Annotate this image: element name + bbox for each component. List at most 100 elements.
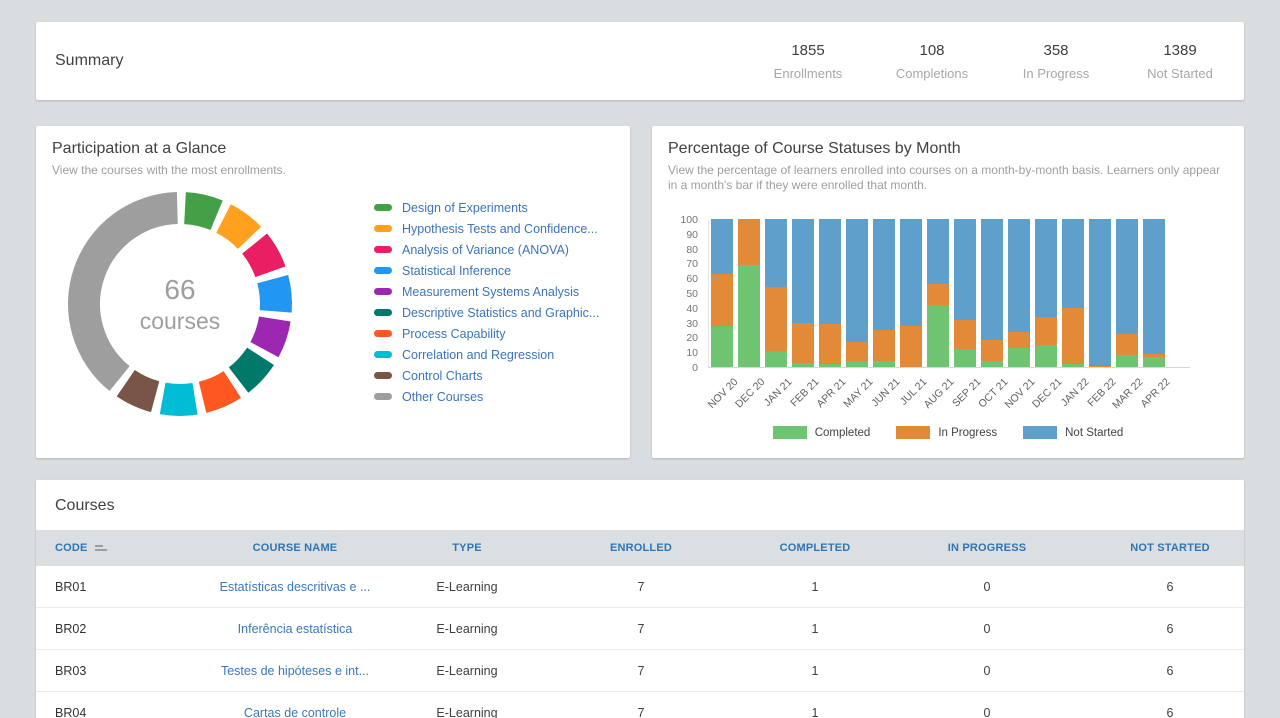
stacked-bar[interactable] xyxy=(873,219,895,367)
stacked-bar[interactable] xyxy=(954,219,976,367)
bar-segment xyxy=(1062,308,1084,364)
donut-legend-item[interactable]: Hypothesis Tests and Confidence... xyxy=(374,218,599,239)
course-name-link[interactable]: Testes de hipóteses e int... xyxy=(186,664,404,678)
donut-slice-4[interactable] xyxy=(264,319,274,350)
cell-code: BR01 xyxy=(36,580,186,594)
stacked-bar[interactable] xyxy=(927,219,949,367)
course-name-link[interactable]: Estatísticas descritivas e ... xyxy=(186,580,404,594)
course-name-link[interactable]: Inferência estatística xyxy=(186,622,404,636)
donut-legend-item[interactable]: Design of Experiments xyxy=(374,197,599,218)
sort-icon[interactable] xyxy=(95,545,107,551)
legend-label: Control Charts xyxy=(402,369,483,383)
bar-segment xyxy=(1116,334,1138,355)
y-axis-label: 80 xyxy=(660,244,698,256)
donut-slice-1[interactable] xyxy=(224,218,250,237)
donut-slice-0[interactable] xyxy=(185,208,217,215)
cell-enrolled: 7 xyxy=(530,580,752,594)
donut-legend-item[interactable]: Correlation and Regression xyxy=(374,344,599,365)
legend-swatch-icon xyxy=(374,372,392,379)
bar-segment xyxy=(927,306,949,367)
bar-segment xyxy=(900,219,922,326)
table-row[interactable]: BR01Estatísticas descritivas e ...E-Lear… xyxy=(36,566,1244,608)
stacked-bar[interactable] xyxy=(1089,219,1111,367)
cell-not-started: 6 xyxy=(1096,706,1244,718)
donut-legend-item[interactable]: Other Courses xyxy=(374,386,599,407)
cell-completed: 1 xyxy=(752,664,878,678)
bar-segment xyxy=(873,219,895,330)
summary-stat: 1389Not Started xyxy=(1118,42,1242,81)
bar-segment xyxy=(792,363,814,367)
courses-card: Courses CODECOURSE NAMETYPEENROLLEDCOMPL… xyxy=(36,480,1244,718)
stacked-bar[interactable] xyxy=(738,219,760,367)
stacked-bar[interactable] xyxy=(1116,219,1138,367)
stacked-bar[interactable] xyxy=(1062,219,1084,367)
legend-label: Analysis of Variance (ANOVA) xyxy=(402,243,569,257)
donut-slice-8[interactable] xyxy=(126,383,155,397)
stacked-bar[interactable] xyxy=(846,219,868,367)
stacked-bar[interactable] xyxy=(900,219,922,367)
table-row[interactable]: BR03Testes de hipóteses e int...E-Learni… xyxy=(36,650,1244,692)
stacked-bar[interactable] xyxy=(981,219,1003,367)
bar-legend-item[interactable]: Not Started xyxy=(1023,426,1123,439)
bar-legend-item[interactable]: In Progress xyxy=(896,426,997,439)
stacked-bar[interactable] xyxy=(792,219,814,367)
table-row[interactable]: BR02Inferência estatísticaE-Learning7106 xyxy=(36,608,1244,650)
stat-value: 358 xyxy=(994,42,1118,59)
stat-value: 1389 xyxy=(1118,42,1242,59)
stat-label: Completions xyxy=(870,66,994,81)
donut-legend: Design of ExperimentsHypothesis Tests an… xyxy=(374,197,599,407)
legend-label: Process Capability xyxy=(402,327,506,341)
donut-slice-2[interactable] xyxy=(255,244,271,272)
bar-segment xyxy=(846,342,868,361)
bar-segment xyxy=(1143,219,1165,354)
header-label: TYPE xyxy=(452,542,482,554)
stacked-bar[interactable] xyxy=(711,219,733,367)
table-header-course-name[interactable]: COURSE NAME xyxy=(186,542,404,554)
donut-legend-item[interactable]: Descriptive Statistics and Graphic... xyxy=(374,302,599,323)
table-header-completed[interactable]: COMPLETED xyxy=(752,542,878,554)
stacked-bar[interactable] xyxy=(819,219,841,367)
table-header-in-progress[interactable]: IN PROGRESS xyxy=(878,542,1096,554)
cell-type: E-Learning xyxy=(404,706,530,718)
course-name-link[interactable]: Cartas de controle xyxy=(186,706,404,718)
bar-segment xyxy=(819,219,841,324)
bar-segment xyxy=(792,323,814,363)
donut-slice-5[interactable] xyxy=(239,356,261,380)
table-row[interactable]: BR04Cartas de controleE-Learning7106 xyxy=(36,692,1244,718)
cell-not-started: 6 xyxy=(1096,664,1244,678)
donut-legend-item[interactable]: Statistical Inference xyxy=(374,260,599,281)
stacked-bar[interactable] xyxy=(1035,219,1057,367)
stacked-bar[interactable] xyxy=(765,219,787,367)
stacked-bar[interactable] xyxy=(1008,219,1030,367)
donut-slice-6[interactable] xyxy=(203,385,233,398)
table-header-not-started[interactable]: NOT STARTED xyxy=(1096,542,1244,554)
donut-legend-item[interactable]: Control Charts xyxy=(374,365,599,386)
table-header-type[interactable]: TYPE xyxy=(404,542,530,554)
stacked-bar[interactable] xyxy=(1143,219,1165,367)
donut-legend-item[interactable]: Measurement Systems Analysis xyxy=(374,281,599,302)
donut-legend-item[interactable]: Analysis of Variance (ANOVA) xyxy=(374,239,599,260)
bar-legend-item[interactable]: Completed xyxy=(773,426,871,439)
cell-enrolled: 7 xyxy=(530,622,752,636)
bar-segment xyxy=(927,284,949,306)
cell-not-started: 6 xyxy=(1096,622,1244,636)
bar-segment xyxy=(1008,219,1030,331)
donut-slice-7[interactable] xyxy=(163,398,195,400)
donut-slice-3[interactable] xyxy=(273,279,276,311)
stat-label: In Progress xyxy=(994,66,1118,81)
legend-label: Descriptive Statistics and Graphic... xyxy=(402,306,599,320)
donut-legend-item[interactable]: Process Capability xyxy=(374,323,599,344)
bar-y-axis: 1009080706050403020100 xyxy=(660,126,698,458)
bar-segment xyxy=(1035,345,1057,367)
table-header-code[interactable]: CODE xyxy=(36,542,186,554)
legend-swatch-icon xyxy=(374,330,392,337)
table-header-enrolled[interactable]: ENROLLED xyxy=(530,542,752,554)
bar-segment xyxy=(1089,219,1111,366)
donut-slice-9[interactable] xyxy=(84,208,177,379)
bar-segment xyxy=(765,287,787,351)
legend-swatch-icon xyxy=(896,426,930,439)
header-label: COURSE NAME xyxy=(253,542,338,554)
legend-label: Statistical Inference xyxy=(402,264,511,278)
bar-segment xyxy=(711,219,733,274)
bar-segment xyxy=(1143,357,1165,367)
